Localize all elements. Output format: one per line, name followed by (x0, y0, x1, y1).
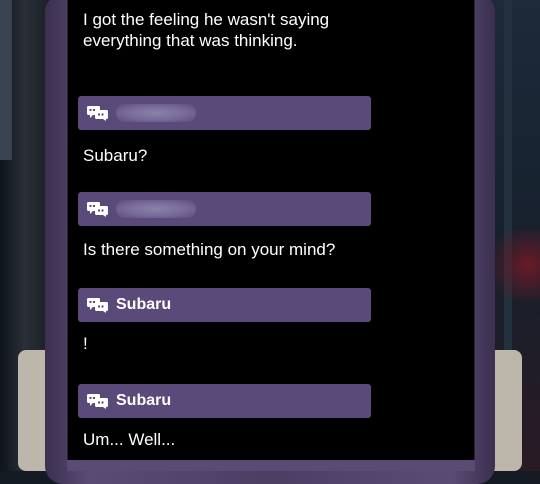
speaker-bar: Subaru (78, 288, 371, 322)
speaker-bar (78, 192, 371, 226)
background-window (0, 0, 12, 160)
speaker-bar: Subaru (78, 384, 371, 418)
speech-bubbles-icon (87, 298, 108, 313)
speaker-bar (78, 96, 371, 130)
speaker-name-obscured (116, 200, 196, 218)
dialogue-text: Um... Well... (83, 430, 176, 449)
speech-bubbles-icon (87, 394, 108, 409)
speaker-name: Subaru (116, 392, 172, 409)
dialogue-text: ! (83, 334, 88, 353)
narration-text: I got the feeling he wasn't saying every… (83, 9, 329, 51)
speaker-name: Subaru (116, 296, 172, 313)
narration-line-2: everything that was thinking. (83, 31, 298, 50)
log-panel-bottom-edge (67, 460, 475, 471)
speech-bubbles-icon (87, 106, 108, 121)
speaker-name-obscured (116, 104, 196, 122)
dialogue-text: Is there something on your mind? (83, 240, 336, 259)
narration-line-1: I got the feeling he wasn't saying (83, 10, 330, 29)
dialogue-text: Subaru? (83, 146, 148, 165)
speech-bubbles-icon (87, 202, 108, 217)
